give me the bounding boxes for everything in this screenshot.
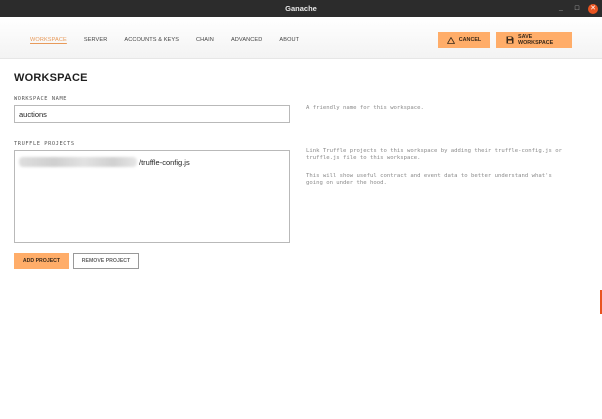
workspace-name-value: auctions — [19, 109, 47, 119]
cancel-button-label: CANCEL — [458, 37, 482, 43]
window-controls: _ □ ✕ — [556, 0, 598, 17]
add-project-button[interactable]: ADD PROJECT — [14, 253, 69, 269]
project-path-suffix: /truffle-config.js — [139, 157, 190, 167]
tab-server[interactable]: SERVER — [84, 37, 108, 43]
workspace-name-input[interactable]: auctions — [14, 105, 290, 123]
maximize-icon[interactable]: □ — [572, 4, 582, 14]
tab-accounts-keys[interactable]: ACCOUNTS & KEYS — [124, 37, 179, 43]
minimize-icon[interactable]: _ — [556, 4, 566, 14]
window-title: Ganache — [285, 4, 317, 13]
workspace-name-label: WORKSPACE NAME — [14, 96, 68, 102]
tab-about[interactable]: ABOUT — [279, 37, 299, 43]
remove-project-button[interactable]: REMOVE PROJECT — [73, 253, 139, 269]
workspace-name-help: A friendly name for this workspace. — [306, 105, 424, 111]
redacted-path — [19, 157, 137, 167]
truffle-projects-help: Link Truffle projects to this workspace … — [306, 148, 562, 162]
warning-triangle-icon — [446, 36, 455, 44]
cancel-button[interactable]: CANCEL — [438, 32, 490, 48]
truffle-projects-list[interactable]: /truffle-config.js — [14, 150, 290, 243]
save-workspace-button[interactable]: SAVE WORKSPACE — [496, 32, 572, 48]
floppy-disk-icon — [506, 36, 514, 44]
truffle-projects-help-secondary: This will show useful contract and event… — [306, 173, 552, 187]
save-workspace-button-label: SAVE WORKSPACE — [518, 34, 554, 46]
tab-chain[interactable]: CHAIN — [196, 37, 214, 43]
settings-navbar: WORKSPACE SERVER ACCOUNTS & KEYS CHAIN A… — [0, 17, 602, 59]
nav-actions: CANCEL SAVE WORKSPACE — [438, 32, 572, 48]
page-title: WORKSPACE — [14, 72, 88, 84]
tab-advanced[interactable]: ADVANCED — [231, 37, 262, 43]
settings-tabs: WORKSPACE SERVER ACCOUNTS & KEYS CHAIN A… — [30, 37, 299, 43]
tab-workspace[interactable]: WORKSPACE — [30, 37, 67, 43]
list-item[interactable]: /truffle-config.js — [19, 157, 190, 167]
truffle-projects-label: TRUFFLE PROJECTS — [14, 141, 75, 147]
window-titlebar: Ganache _ □ ✕ — [0, 0, 602, 17]
close-icon[interactable]: ✕ — [588, 3, 598, 14]
